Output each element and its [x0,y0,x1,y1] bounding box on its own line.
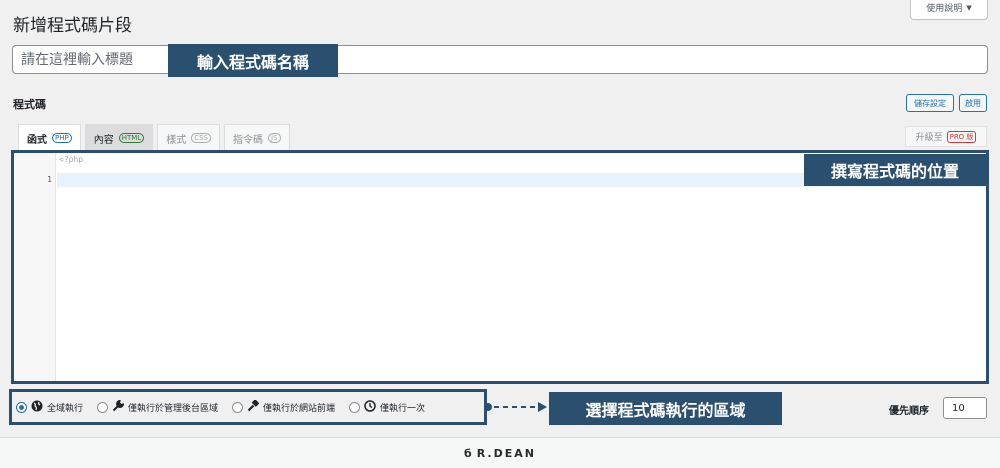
tab-html-badge: HTML [118,133,145,143]
scope-option-global[interactable]: 全域執行 [16,400,83,414]
tab-php[interactable]: 函式 PHP [18,124,81,151]
scope-radio-frontend[interactable] [232,401,244,413]
tab-js-label: 指令碼 [232,134,263,146]
clock-icon [364,400,376,414]
scope-option-once[interactable]: 僅執行一次 [349,400,425,414]
snippet-title-input[interactable] [13,46,987,73]
priority-input[interactable]: 10 [943,397,987,419]
scope-option-frontend[interactable]: 僅執行於網站前端 [232,399,336,414]
snippet-title-field[interactable] [12,45,988,74]
pro-badge: PRO 版 [946,130,977,143]
code-section-label: 程式碼 [13,98,46,111]
callout-connector [484,402,547,412]
hammer-icon [247,399,260,414]
scope-radio-once[interactable] [349,401,361,413]
upgrade-label: 升級至 [915,133,943,143]
enable-button[interactable]: 啟用 [959,94,987,112]
tab-css-badge: CSS [191,133,211,143]
tab-php-label: 函式 [27,134,47,146]
tab-php-badge: PHP [52,133,72,143]
scope-callout: 選擇程式碼執行的區域 [549,392,782,425]
title-callout: 輸入程式碼名稱 [168,44,338,77]
tab-html-label: 內容 [93,134,114,146]
brand-logo-icon: б [464,446,474,460]
globe-icon [31,400,43,414]
save-settings-button[interactable]: 儲存設定 [906,94,954,112]
priority-label: 優先順序 [889,406,929,417]
footer-brand: б R.DEAN [0,438,1000,468]
tab-js[interactable]: 指令碼 JS [223,124,290,151]
help-button-label: 使用說明 [926,4,963,14]
code-type-tabs: 函式 PHP 內容 HTML 樣式 CSS 指令碼 JS [18,124,290,151]
php-open-tag: <?php [59,155,84,164]
upgrade-pro-button[interactable]: 升級至 PRO 版 [905,126,987,147]
editor-gutter: 1 [14,153,56,381]
run-scope-group: 全域執行 僅執行於管理後台區域 僅執行於網站前端 僅執行一次 [9,389,487,425]
chevron-down-icon: ▼ [966,3,972,12]
tab-js-badge: JS [267,133,281,143]
code-editor-callout: 撰寫程式碼的位置 [804,154,986,186]
help-button[interactable]: 使用說明 ▼ [910,0,988,20]
tab-css[interactable]: 樣式 CSS [157,124,220,151]
scope-option-admin[interactable]: 僅執行於管理後台區域 [97,399,219,414]
brand-name: R.DEAN [476,446,536,460]
scope-label-admin: 僅執行於管理後台區域 [128,403,219,414]
line-number: 1 [47,175,52,184]
page-title: 新增程式碼片段 [13,16,132,36]
scope-radio-global[interactable] [16,401,27,413]
tab-html[interactable]: 內容 HTML [84,124,154,151]
scope-label-once: 僅執行一次 [380,403,426,414]
wrench-icon [112,399,125,414]
scope-label-global: 全域執行 [47,403,84,414]
scope-radio-admin[interactable] [97,401,109,413]
tab-css-label: 樣式 [166,134,187,146]
scope-label-frontend: 僅執行於網站前端 [263,403,336,414]
